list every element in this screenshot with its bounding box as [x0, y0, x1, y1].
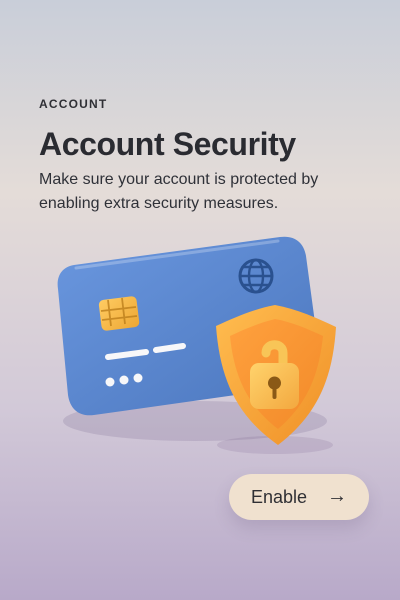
arrow-right-icon: →: [327, 485, 348, 507]
security-illustration: [40, 225, 370, 460]
page-subtitle: Make sure your account is protected by e…: [39, 171, 319, 212]
card-and-shield-illustration: [57, 236, 336, 454]
security-onboarding-screen: ACCOUNT Account Security Make sure your …: [0, 0, 400, 600]
enable-button-label: Enable: [250, 486, 308, 507]
enable-button[interactable]: Enable →: [229, 474, 369, 520]
section-eyebrow: ACCOUNT: [39, 97, 108, 111]
page-title: Account Security: [39, 126, 296, 162]
chip-icon: [98, 296, 140, 331]
